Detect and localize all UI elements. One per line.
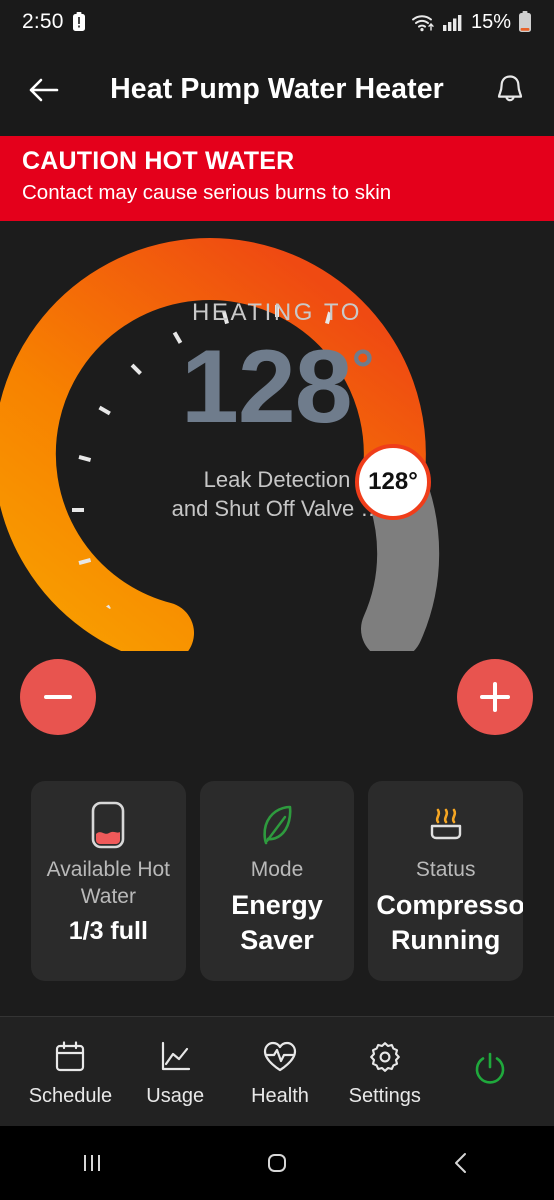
gear-icon xyxy=(332,1035,437,1079)
line-chart-icon xyxy=(123,1035,228,1079)
battery-icon xyxy=(518,11,532,33)
cellular-signal-icon xyxy=(442,12,464,32)
status-bar: 2:50 15% xyxy=(0,0,554,44)
status-time: 2:50 xyxy=(22,10,64,33)
card-value: Energy Saver xyxy=(231,889,323,955)
home-icon xyxy=(264,1150,290,1176)
nav-label: Usage xyxy=(146,1085,205,1107)
increase-temperature-button[interactable] xyxy=(457,658,533,735)
decrease-temperature-button[interactable] xyxy=(20,658,96,735)
nav-item-usage[interactable]: Usage xyxy=(123,1035,228,1108)
notifications-button[interactable] xyxy=(484,64,536,116)
nav-label: Settings xyxy=(348,1085,421,1107)
page-title: Heat Pump Water Heater xyxy=(110,73,444,106)
leaf-icon xyxy=(208,799,347,851)
bottom-navigation: Schedule Usage Health Settings xyxy=(0,1016,554,1126)
status-bar-right: 15% xyxy=(411,11,532,34)
wifi-icon xyxy=(411,12,435,32)
card-status[interactable]: Status Compressor Running xyxy=(368,780,524,981)
minus-icon xyxy=(44,694,72,699)
card-available-hot-water[interactable]: Available Hot Water 1/3 full xyxy=(31,780,186,981)
card-label: Mode xyxy=(250,857,304,881)
back-arrow-icon xyxy=(27,75,61,105)
dial-setpoint-handle[interactable]: 128° xyxy=(355,443,431,520)
caution-banner: CAUTION HOT WATER Contact may cause seri… xyxy=(0,136,554,221)
app-bar: Heat Pump Water Heater xyxy=(0,44,554,136)
card-label: Available Hot Water xyxy=(46,857,171,908)
card-label: Status xyxy=(415,857,476,881)
calendar-icon xyxy=(18,1035,123,1079)
temperature-dial[interactable]: HEATING TO 128° Leak Detection and Shut … xyxy=(0,220,554,651)
system-home-button[interactable] xyxy=(185,1150,370,1176)
caution-subtitle: Contact may cause serious burns to skin xyxy=(22,181,392,205)
plus-icon xyxy=(480,681,510,712)
nav-item-health[interactable]: Health xyxy=(228,1035,333,1108)
caution-title: CAUTION HOT WATER xyxy=(22,147,295,175)
battery-alert-icon xyxy=(72,12,86,32)
card-mode[interactable]: Mode Energy Saver xyxy=(199,780,355,981)
battery-percent: 15% xyxy=(470,10,511,33)
recents-icon xyxy=(79,1150,105,1176)
heart-pulse-icon xyxy=(228,1035,333,1079)
card-value: Compressor Running xyxy=(376,889,524,955)
power-icon xyxy=(437,1047,542,1091)
app-screen: 2:50 15% Heat Pump Water Heater CAUTION … xyxy=(0,0,554,1200)
status-bar-left: 2:50 xyxy=(22,10,86,34)
dial-gauge[interactable] xyxy=(0,221,554,651)
nav-label: Schedule xyxy=(28,1085,113,1107)
info-cards: Available Hot Water 1/3 full Mode Energy… xyxy=(0,780,554,981)
system-recents-button[interactable] xyxy=(0,1150,185,1176)
nav-item-power[interactable] xyxy=(437,1047,542,1097)
dial-active-arc xyxy=(0,237,426,651)
card-value: 1/3 full xyxy=(68,916,148,945)
nav-item-schedule[interactable]: Schedule xyxy=(18,1035,123,1108)
back-icon xyxy=(449,1150,475,1176)
bell-icon xyxy=(494,73,526,107)
system-navigation-bar xyxy=(0,1126,554,1200)
nav-label: Health xyxy=(251,1085,309,1107)
back-button[interactable] xyxy=(18,64,70,116)
nav-item-settings[interactable]: Settings xyxy=(332,1035,437,1108)
system-back-button[interactable] xyxy=(369,1150,554,1176)
heat-waves-icon xyxy=(376,799,515,851)
water-tank-icon xyxy=(39,799,178,851)
temperature-controls xyxy=(0,650,554,781)
